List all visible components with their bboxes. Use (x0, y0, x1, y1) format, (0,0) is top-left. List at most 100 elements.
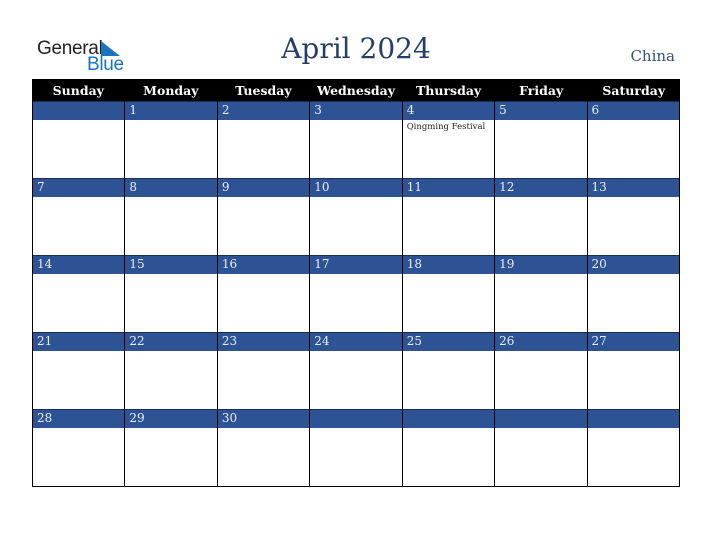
holiday-label (310, 120, 401, 122)
holiday-label (125, 120, 216, 122)
week-row: 28 29 30 (32, 409, 680, 487)
day-number: 22 (125, 332, 217, 351)
holiday-label (403, 197, 494, 199)
day-cell (33, 101, 126, 178)
holiday-label (310, 428, 401, 430)
holiday-label (218, 428, 309, 430)
day-cell: 9 (217, 178, 311, 255)
weekday-tuesday: Tuesday (235, 83, 292, 98)
day-cell (587, 409, 680, 486)
day-number: 28 (33, 409, 125, 428)
holiday-label (588, 197, 679, 199)
day-number: 15 (125, 255, 217, 274)
day-cell (495, 409, 588, 486)
day-number: 23 (217, 332, 310, 351)
day-number (33, 101, 125, 120)
holiday-label (588, 351, 679, 353)
day-number: 21 (33, 332, 125, 351)
holiday-label (495, 428, 586, 430)
holiday-label (33, 428, 124, 430)
weekday-monday: Monday (143, 83, 199, 98)
day-cell: 25 (402, 332, 496, 409)
holiday-label (495, 274, 586, 276)
week-row: 1 2 3 4 Qingming Festival 5 6 (32, 101, 680, 178)
day-number: 19 (495, 255, 587, 274)
day-number (402, 409, 495, 428)
weekday-friday: Friday (519, 83, 564, 98)
day-number: 3 (310, 101, 402, 120)
day-cell: 27 (587, 332, 680, 409)
day-number: 9 (217, 178, 310, 197)
holiday-label (33, 274, 124, 276)
day-number: 24 (310, 332, 402, 351)
holiday-label (310, 197, 401, 199)
weekday-thursday: Thursday (415, 83, 482, 98)
day-cell: 8 (125, 178, 218, 255)
day-cell: 3 (310, 101, 403, 178)
holiday-label (125, 274, 216, 276)
holiday-label (588, 428, 679, 430)
day-number: 18 (402, 255, 495, 274)
day-number: 12 (495, 178, 587, 197)
weekday-sunday: Sunday (52, 83, 104, 98)
day-number: 8 (125, 178, 217, 197)
day-cell: 19 (495, 255, 588, 332)
week-row: 7 8 9 10 11 12 13 (32, 178, 680, 255)
week-row: 14 15 16 17 18 19 20 (32, 255, 680, 332)
day-cell: 21 (33, 332, 126, 409)
day-number: 13 (587, 178, 679, 197)
holiday-label (33, 351, 124, 353)
day-number: 6 (587, 101, 679, 120)
day-number: 7 (33, 178, 125, 197)
holiday-label (588, 120, 679, 122)
day-cell (310, 409, 403, 486)
holiday-label (495, 197, 586, 199)
holiday-label (218, 274, 309, 276)
day-number: 27 (587, 332, 679, 351)
day-cell: 18 (402, 255, 496, 332)
day-cell: 1 (125, 101, 218, 178)
day-cell: 5 (495, 101, 588, 178)
holiday-label (218, 351, 309, 353)
holiday-label (218, 120, 309, 122)
weekday-saturday: Saturday (602, 83, 666, 98)
weeks-container: 1 2 3 4 Qingming Festival 5 6 7 8 9 10 11 12 13 14 15 16… (32, 101, 680, 487)
day-cell: 6 (587, 101, 680, 178)
day-number: 10 (310, 178, 402, 197)
day-cell: 10 (310, 178, 403, 255)
day-cell: 13 (587, 178, 680, 255)
holiday-label (125, 197, 216, 199)
day-number: 26 (495, 332, 587, 351)
day-number: 29 (125, 409, 217, 428)
weekday-header: Sunday Monday Tuesday Wednesday Thursday… (32, 79, 680, 101)
day-cell: 12 (495, 178, 588, 255)
holiday-label (588, 274, 679, 276)
day-number: 14 (33, 255, 125, 274)
holiday-label (403, 428, 494, 430)
day-cell: 23 (217, 332, 311, 409)
holiday-label (310, 351, 401, 353)
weekday-wednesday: Wednesday (317, 83, 395, 98)
day-cell: 28 (33, 409, 126, 486)
day-number (495, 409, 587, 428)
calendar-title: April 2024 (281, 32, 431, 65)
holiday-label (495, 351, 586, 353)
day-cell: 26 (495, 332, 588, 409)
day-number: 11 (402, 178, 495, 197)
holiday-label (125, 428, 216, 430)
day-number: 5 (495, 101, 587, 120)
holiday-label (495, 120, 586, 122)
day-cell: 2 (217, 101, 311, 178)
day-number: 2 (217, 101, 310, 120)
holiday-label (310, 274, 401, 276)
day-cell: 14 (33, 255, 126, 332)
country-label: China (630, 47, 675, 65)
day-number: 4 (402, 101, 495, 120)
holiday-label (125, 351, 216, 353)
day-number: 16 (217, 255, 310, 274)
calendar-grid: Sunday Monday Tuesday Wednesday Thursday… (32, 79, 680, 487)
day-cell: 22 (125, 332, 218, 409)
day-number: 25 (402, 332, 495, 351)
day-cell: 29 (125, 409, 218, 486)
day-number: 20 (587, 255, 679, 274)
